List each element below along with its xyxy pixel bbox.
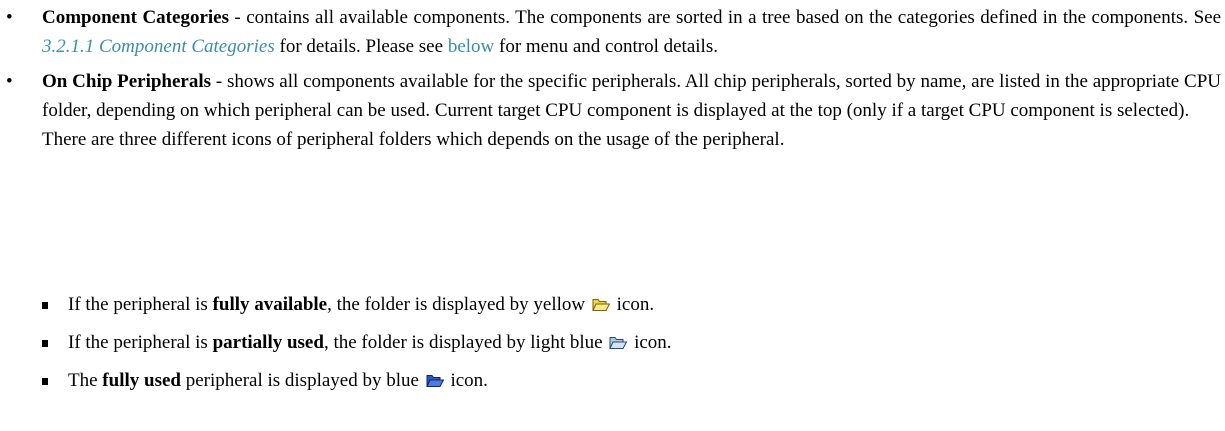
list-item-partially-used: If the peripheral is partially used, the… — [0, 328, 1225, 357]
square-bullet — [42, 302, 48, 309]
on-chip-peripherals-description: - shows all components available for the… — [42, 71, 1221, 121]
component-categories-description-cont: for details. Please see — [274, 36, 448, 57]
list-item-on-chip-peripherals: • On Chip Peripherals - shows all compon… — [0, 67, 1225, 154]
folder-open-blue-icon — [425, 375, 444, 387]
legend-text: If the peripheral is — [68, 294, 213, 315]
folder-icon-legend-list: If the peripheral is fully available, th… — [0, 290, 1225, 404]
folder-open-yellow-icon — [592, 299, 610, 311]
legend-term: fully used — [102, 370, 181, 391]
legend-text: icon. — [445, 370, 488, 391]
list-item-fully-used: The fully used peripheral is displayed b… — [0, 366, 1225, 395]
list-item-fully-available: If the peripheral is fully available, th… — [0, 290, 1225, 319]
legend-term: partially used — [212, 332, 324, 353]
legend-text: The — [68, 370, 103, 391]
bullet: • — [6, 71, 13, 92]
cross-reference-link[interactable]: 3.2.1.1 Component Categories — [42, 36, 275, 57]
legend-text: icon. — [629, 332, 672, 353]
legend-text: icon. — [611, 294, 655, 315]
component-categories-description-end: for menu and control details. — [494, 36, 718, 57]
list-item-component-categories: • Component Categories - contains all av… — [0, 3, 1225, 61]
legend-term: fully available — [212, 294, 328, 315]
component-categories-description: - contains all available components. The… — [228, 7, 1221, 28]
term-on-chip-peripherals: On Chip Peripherals — [42, 71, 212, 92]
on-chip-peripherals-note: There are three different icons of perip… — [42, 129, 785, 150]
term-component-categories: Component Categories — [42, 7, 229, 28]
legend-text: , the folder is displayed by light blue — [323, 332, 608, 353]
legend-text: peripheral is displayed by blue — [180, 370, 424, 391]
legend-text: If the peripheral is — [68, 332, 213, 353]
square-bullet — [42, 378, 48, 385]
folder-open-light-blue-icon — [609, 337, 628, 349]
main-bullet-list: • Component Categories - contains all av… — [0, 3, 1225, 160]
legend-text: , the folder is displayed by yellow — [327, 294, 590, 315]
bullet: • — [6, 7, 13, 28]
document-page: • Component Categories - contains all av… — [0, 0, 1225, 431]
below-link[interactable]: below — [448, 36, 494, 57]
square-bullet — [42, 340, 48, 347]
